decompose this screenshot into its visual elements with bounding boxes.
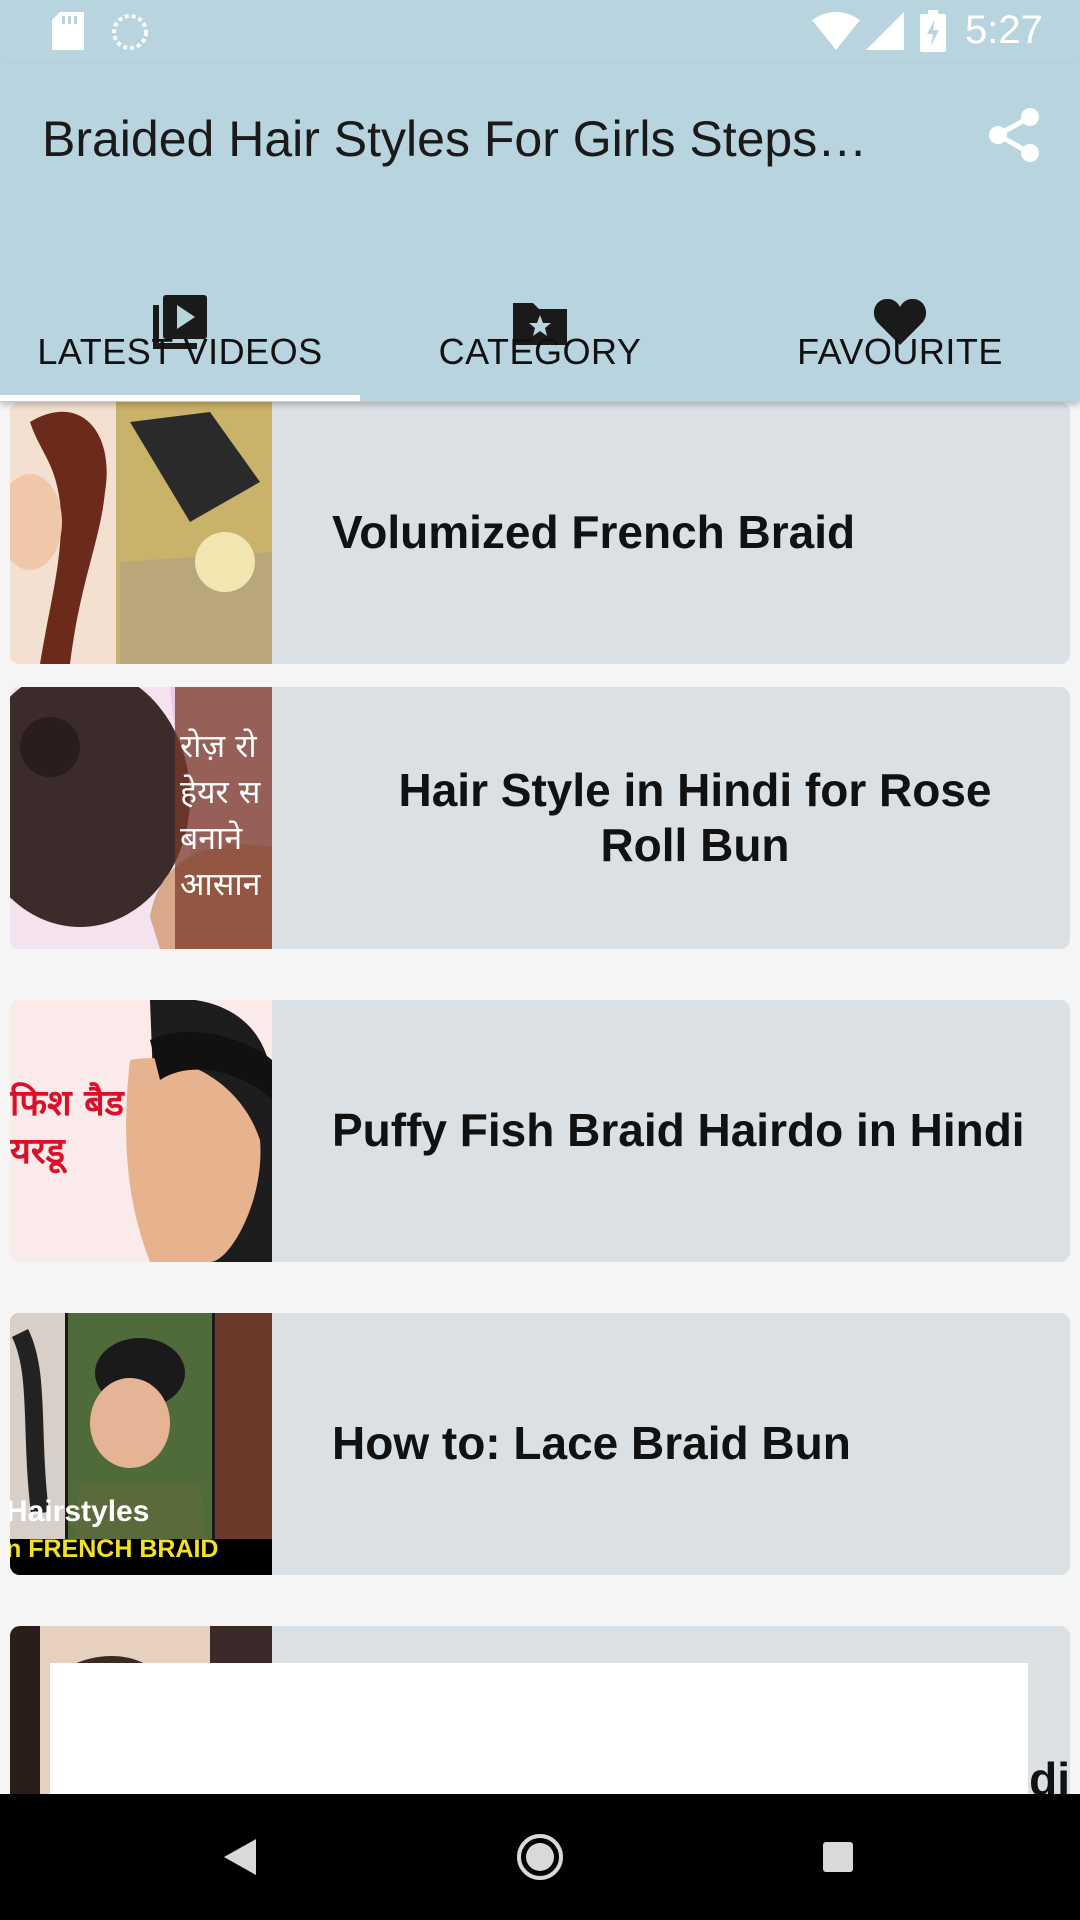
tab-category[interactable]: CATEGORY bbox=[360, 233, 720, 401]
nav-home-button[interactable] bbox=[480, 1794, 600, 1920]
video-thumbnail bbox=[10, 402, 272, 664]
video-title: Volumized French Braid bbox=[332, 506, 856, 559]
app-bar: Braided Hair Styles For Girls Steps… LAT… bbox=[0, 63, 1080, 401]
thumbnail-caption: Hairstyles bbox=[10, 1495, 150, 1528]
thumbnail-caption: फिश बैड यरडू bbox=[10, 1083, 124, 1172]
system-nav-bar bbox=[0, 1794, 1080, 1920]
status-bar: 5:27 bbox=[0, 0, 1080, 63]
nav-back-button[interactable] bbox=[180, 1794, 300, 1920]
video-card[interactable]: फिश बैड यरडू Puffy Fish Braid Hairdo in … bbox=[10, 1000, 1070, 1262]
thumbnail-caption: रोज़ रो हेयर स बनाने आसान bbox=[180, 727, 261, 903]
signal-icon bbox=[866, 12, 904, 50]
tab-label: FAVOURITE bbox=[797, 331, 1003, 372]
nav-recents-button[interactable] bbox=[778, 1794, 898, 1920]
battery-charging-icon bbox=[920, 10, 946, 52]
share-icon[interactable] bbox=[984, 105, 1044, 165]
video-thumbnail: फिश बैड यरडू bbox=[10, 1000, 272, 1262]
back-icon bbox=[224, 1839, 256, 1875]
tab-label: CATEGORY bbox=[438, 331, 642, 372]
wifi-icon bbox=[812, 12, 860, 50]
sync-icon bbox=[112, 14, 148, 50]
page-title: Braided Hair Styles For Girls Steps… bbox=[42, 111, 868, 167]
video-list[interactable]: Volumized French Braid रोज़ रो हेयर स बन… bbox=[0, 401, 1080, 1794]
home-icon bbox=[517, 1834, 563, 1880]
selected-tab-indicator bbox=[0, 395, 360, 401]
video-card[interactable]: Volumized French Braid bbox=[10, 402, 1070, 664]
video-title: Hair Style in Hindi for Rose Roll Bun bbox=[398, 763, 992, 871]
video-title: How to: Lace Braid Bun bbox=[332, 1417, 851, 1470]
video-title: Puffy Fish Braid Hairdo in Hindi bbox=[332, 1104, 1025, 1157]
recents-icon bbox=[823, 1842, 853, 1872]
video-thumbnail: रोज़ रो हेयर स बनाने आसान bbox=[10, 687, 272, 949]
tab-favourite[interactable]: FAVOURITE bbox=[720, 233, 1080, 401]
ad-banner[interactable] bbox=[50, 1663, 1028, 1794]
status-time: 5:27 bbox=[965, 8, 1043, 52]
tab-bar: LATEST VIDEOS CATEGORY FAVOURITE bbox=[0, 233, 1080, 401]
tab-label: LATEST VIDEOS bbox=[37, 331, 323, 372]
video-card[interactable]: रोज़ रो हेयर स बनाने आसान Hair Style in … bbox=[10, 687, 1070, 949]
video-thumbnail: Hairstyles n FRENCH BRAID bbox=[10, 1313, 272, 1575]
tab-latest-videos[interactable]: LATEST VIDEOS bbox=[0, 233, 360, 401]
thumbnail-caption-highlight: n FRENCH BRAID bbox=[10, 1535, 219, 1563]
sd-card-icon bbox=[52, 12, 84, 50]
video-card[interactable]: Hairstyles n FRENCH BRAID How to: Lace B… bbox=[10, 1313, 1070, 1575]
